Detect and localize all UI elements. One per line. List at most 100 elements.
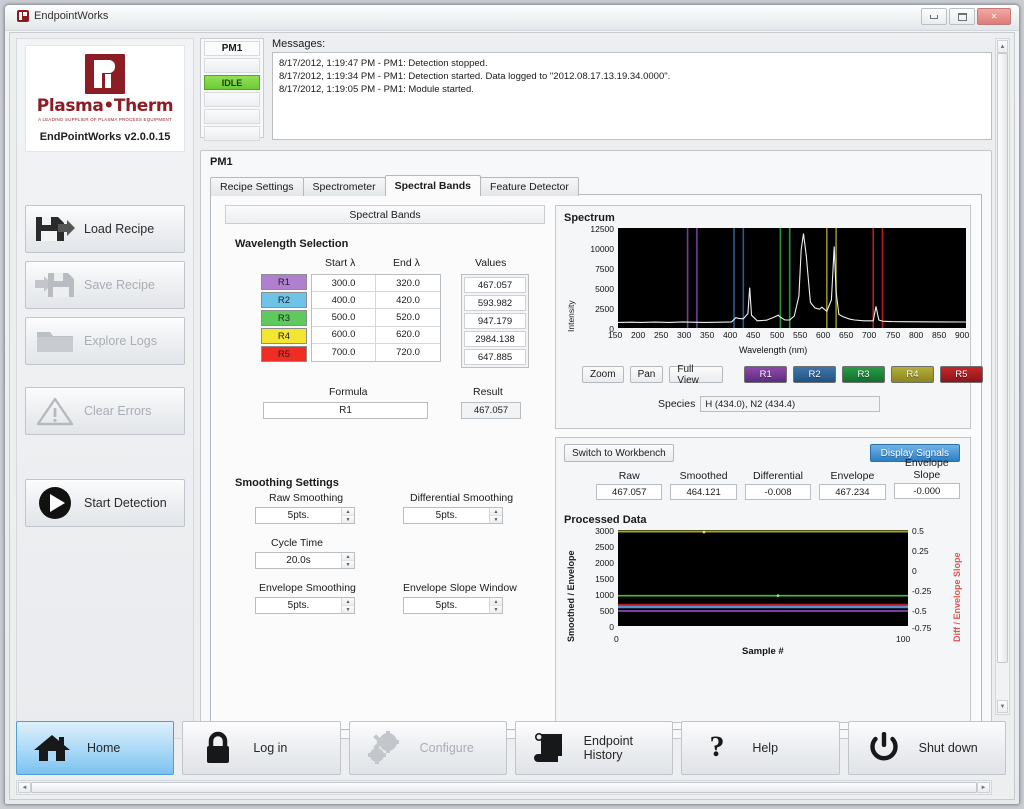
readout-value: -0.000 bbox=[894, 483, 960, 499]
end-cell[interactable]: 720.0 bbox=[376, 344, 440, 361]
close-icon: ✕ bbox=[991, 13, 998, 21]
readout-envelope: Envelope 467.234 bbox=[819, 470, 885, 500]
tab-recipe-settings[interactable]: Recipe Settings bbox=[210, 177, 304, 196]
company-tagline: A LEADING SUPPLIER OF PLASMA PROCESS EQU… bbox=[28, 117, 182, 122]
resize-grip[interactable] bbox=[996, 781, 1010, 795]
processed-plot-area[interactable] bbox=[618, 530, 908, 626]
start-detection-label: Start Detection bbox=[84, 496, 167, 510]
spectrum-plot-area[interactable] bbox=[618, 228, 966, 328]
end-cell[interactable]: 320.0 bbox=[376, 275, 440, 292]
vertical-scroll-thumb[interactable] bbox=[997, 53, 1008, 663]
envelope-smoothing-stepper[interactable]: 5pts. ▲▼ bbox=[255, 597, 355, 614]
switch-to-workbench-button[interactable]: Switch to Workbench bbox=[564, 444, 674, 462]
table-row[interactable]: 600.0 620.0 bbox=[312, 327, 440, 344]
home-button[interactable]: Home bbox=[16, 721, 174, 775]
explore-logs-button[interactable]: Explore Logs bbox=[25, 317, 185, 365]
stepper-arrows[interactable]: ▲▼ bbox=[341, 508, 354, 523]
band-button-r5[interactable]: R5 bbox=[940, 366, 983, 383]
band-chip-label: R4 bbox=[278, 331, 290, 342]
stepper-down-icon: ▼ bbox=[342, 516, 354, 523]
minimize-button[interactable] bbox=[921, 8, 947, 25]
table-row[interactable]: 500.0 520.0 bbox=[312, 309, 440, 326]
load-recipe-button[interactable]: Load Recipe bbox=[25, 205, 185, 253]
module-slot-4 bbox=[204, 109, 260, 124]
band-button-r3[interactable]: R3 bbox=[842, 366, 885, 383]
formula-input[interactable]: R1 bbox=[263, 402, 428, 419]
band-button-r4[interactable]: R4 bbox=[891, 366, 934, 383]
band-chip-r1[interactable]: R1 bbox=[261, 274, 307, 290]
gears-icon bbox=[350, 731, 420, 765]
start-cell[interactable]: 500.0 bbox=[312, 309, 376, 326]
left-rail: Plasma•Therm A LEADING SUPPLIER OF PLASM… bbox=[16, 38, 194, 739]
stepper-arrows[interactable]: ▲▼ bbox=[489, 508, 502, 523]
cycle-time-stepper[interactable]: 20.0s ▲▼ bbox=[255, 552, 355, 569]
full-view-button[interactable]: Full View bbox=[669, 366, 723, 383]
readout-label: Envelope bbox=[819, 470, 885, 482]
scroll-right-arrow-icon[interactable]: ► bbox=[977, 782, 990, 793]
table-row[interactable]: 400.0 420.0 bbox=[312, 292, 440, 309]
help-button[interactable]: ? Help bbox=[681, 721, 839, 775]
main-area: PM1 IDLE Messages: 8/17/2012, 1:19:47 PM… bbox=[200, 38, 992, 739]
start-cell[interactable]: 300.0 bbox=[312, 275, 376, 292]
spectrum-chart[interactable]: Intensity 12500 10000 7500 5000 2500 0 bbox=[564, 228, 974, 348]
maximize-button[interactable] bbox=[949, 8, 975, 25]
processed-data-chart[interactable]: Smoothed / Envelope 3000 2500 2000 1500 … bbox=[564, 530, 964, 650]
band-button-r2[interactable]: R2 bbox=[793, 366, 836, 383]
band-button-r1[interactable]: R1 bbox=[744, 366, 787, 383]
scroll-down-arrow-icon[interactable]: ▼ bbox=[997, 700, 1008, 713]
tab-feature-detector[interactable]: Feature Detector bbox=[480, 177, 579, 196]
end-cell[interactable]: 620.0 bbox=[376, 327, 440, 344]
spectrum-toolbar: Zoom Pan Full View R1 R2 R3 R4 R5 bbox=[582, 366, 983, 383]
formula-area: Formula Result R1 467.057 bbox=[225, 386, 545, 430]
end-cell[interactable]: 420.0 bbox=[376, 292, 440, 309]
stepper-arrows[interactable]: ▲▼ bbox=[341, 598, 354, 613]
zoom-button-label: Zoom bbox=[590, 369, 616, 380]
spectral-bands-header-label: Spectral Bands bbox=[349, 209, 420, 221]
raw-smoothing-stepper[interactable]: 5pts. ▲▼ bbox=[255, 507, 355, 524]
start-cell[interactable]: 400.0 bbox=[312, 292, 376, 309]
scroll-up-arrow-icon[interactable]: ▲ bbox=[997, 40, 1008, 53]
stepper-arrows[interactable]: ▲▼ bbox=[341, 553, 354, 568]
tab-spectral-bands[interactable]: Spectral Bands bbox=[385, 175, 481, 196]
configure-button[interactable]: Configure bbox=[349, 721, 507, 775]
start-cell[interactable]: 700.0 bbox=[312, 344, 376, 361]
start-cell[interactable]: 600.0 bbox=[312, 327, 376, 344]
band-chip-r2[interactable]: R2 bbox=[261, 292, 307, 308]
svg-text:?: ? bbox=[710, 731, 725, 763]
product-version: EndPointWorks v2.0.0.15 bbox=[28, 131, 182, 143]
close-button[interactable]: ✕ bbox=[977, 8, 1011, 25]
differential-smoothing-stepper[interactable]: 5pts. ▲▼ bbox=[403, 507, 503, 524]
table-row[interactable]: 700.0 720.0 bbox=[312, 344, 440, 361]
processed-x-axis-label: Sample # bbox=[742, 646, 784, 657]
help-label: Help bbox=[752, 741, 778, 755]
stepper-arrows[interactable]: ▲▼ bbox=[489, 598, 502, 613]
title-bar-left: EndpointWorks bbox=[17, 10, 108, 22]
zoom-button[interactable]: Zoom bbox=[582, 366, 624, 383]
horizontal-scroll-thumb[interactable] bbox=[31, 782, 977, 793]
folder-icon bbox=[26, 326, 84, 356]
company-name: Plasma•Therm bbox=[28, 98, 182, 116]
home-label: Home bbox=[87, 741, 120, 755]
band-chip-label: R1 bbox=[278, 277, 290, 288]
band-chip-r3[interactable]: R3 bbox=[261, 310, 307, 326]
start-detection-button[interactable]: Start Detection bbox=[25, 479, 185, 527]
horizontal-scrollbar[interactable]: ◄ ► bbox=[16, 780, 992, 795]
login-button[interactable]: Log in bbox=[182, 721, 340, 775]
clear-errors-button[interactable]: Clear Errors bbox=[25, 387, 185, 435]
endpoint-history-button[interactable]: Endpoint History bbox=[515, 721, 673, 775]
pan-button[interactable]: Pan bbox=[630, 366, 664, 383]
save-recipe-button[interactable]: Save Recipe bbox=[25, 261, 185, 309]
end-cell[interactable]: 520.0 bbox=[376, 309, 440, 326]
envelope-slope-window-label: Envelope Slope Window bbox=[403, 582, 517, 594]
maximize-icon bbox=[958, 13, 967, 21]
vertical-scrollbar[interactable]: ▲ ▼ bbox=[995, 38, 1010, 715]
table-row[interactable]: 300.0 320.0 bbox=[312, 275, 440, 292]
scroll-left-arrow-icon[interactable]: ◄ bbox=[18, 782, 31, 793]
band-chip-r5[interactable]: R5 bbox=[261, 346, 307, 362]
messages-list[interactable]: 8/17/2012, 1:19:47 PM - PM1: Detection s… bbox=[272, 52, 992, 140]
band-chip-label: R3 bbox=[278, 313, 290, 324]
envelope-slope-window-stepper[interactable]: 5pts. ▲▼ bbox=[403, 597, 503, 614]
band-chip-r4[interactable]: R4 bbox=[261, 328, 307, 344]
tab-spectrometer[interactable]: Spectrometer bbox=[303, 177, 386, 196]
shutdown-button[interactable]: Shut down bbox=[848, 721, 1006, 775]
